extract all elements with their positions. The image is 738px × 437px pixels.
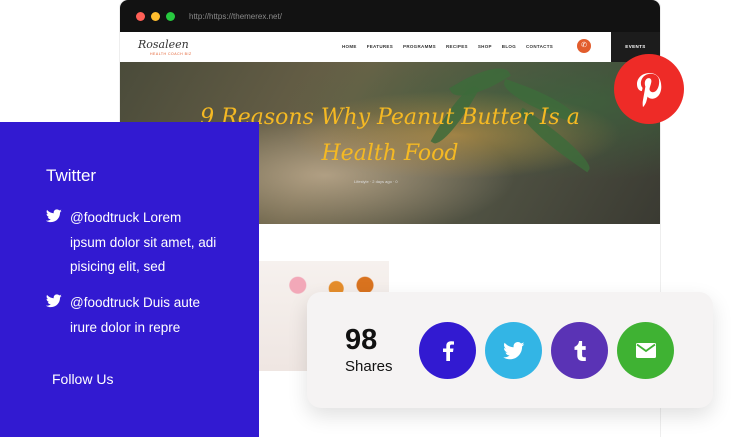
nav-item-recipes[interactable]: RECIPES: [446, 44, 468, 49]
cart-icon[interactable]: ✆: [577, 39, 591, 53]
tumblr-share-button[interactable]: [551, 322, 608, 379]
share-count: 98: [345, 324, 378, 356]
address-bar[interactable]: http://https://themerex.net/: [189, 12, 282, 21]
nav-item-blog[interactable]: BLOG: [502, 44, 516, 49]
twitter-bird-icon: [46, 294, 62, 308]
twitter-widget-title: Twitter: [46, 166, 97, 185]
follow-us-link[interactable]: Follow Us: [52, 371, 113, 387]
share-card: 98 Shares: [307, 292, 713, 408]
nav-item-home[interactable]: HOME: [342, 44, 357, 49]
tweet-item[interactable]: @foodtruck Duis aute irure dolor in repr…: [46, 291, 220, 340]
tweet-text: @foodtruck Lorem ipsum dolor sit amet, a…: [70, 210, 217, 274]
tumblr-icon: [574, 340, 586, 361]
tweet-item[interactable]: @foodtruck Lorem ipsum dolor sit amet, a…: [46, 206, 220, 280]
share-count-label: Shares: [345, 358, 393, 375]
minimize-dot-icon[interactable]: [151, 11, 160, 21]
tweet-text: @foodtruck Duis aute irure dolor in repr…: [70, 295, 201, 335]
pinterest-icon: [637, 73, 662, 107]
browser-titlebar: http://https://themerex.net/: [120, 0, 660, 32]
site-header: Rosaleen HEALTH COACH BIZ HOME FEATURES …: [120, 32, 660, 62]
close-dot-icon[interactable]: [136, 11, 145, 21]
facebook-icon: [442, 340, 454, 361]
twitter-widget: Twitter @foodtruck Lorem ipsum dolor sit…: [0, 122, 259, 437]
nav-item-programms[interactable]: PROGRAMMS: [403, 44, 436, 49]
nav-item-features[interactable]: FEATURES: [367, 44, 393, 49]
site-logo[interactable]: Rosaleen: [138, 38, 189, 51]
maximize-dot-icon[interactable]: [166, 11, 175, 21]
email-icon: [635, 343, 656, 358]
pinterest-button[interactable]: [614, 54, 684, 124]
twitter-share-button[interactable]: [485, 322, 542, 379]
facebook-share-button[interactable]: [419, 322, 476, 379]
twitter-bird-icon: [46, 209, 62, 223]
email-share-button[interactable]: [617, 322, 674, 379]
nav-item-contacts[interactable]: CONTACTS: [526, 44, 553, 49]
twitter-icon: [502, 341, 524, 359]
site-logo-tagline: HEALTH COACH BIZ: [150, 52, 192, 56]
nav-item-shop[interactable]: SHOP: [478, 44, 492, 49]
main-nav: HOME FEATURES PROGRAMMS RECIPES SHOP BLO…: [342, 44, 553, 49]
article-meta: Lifestyle · 2 days ago · 0: [354, 179, 398, 184]
